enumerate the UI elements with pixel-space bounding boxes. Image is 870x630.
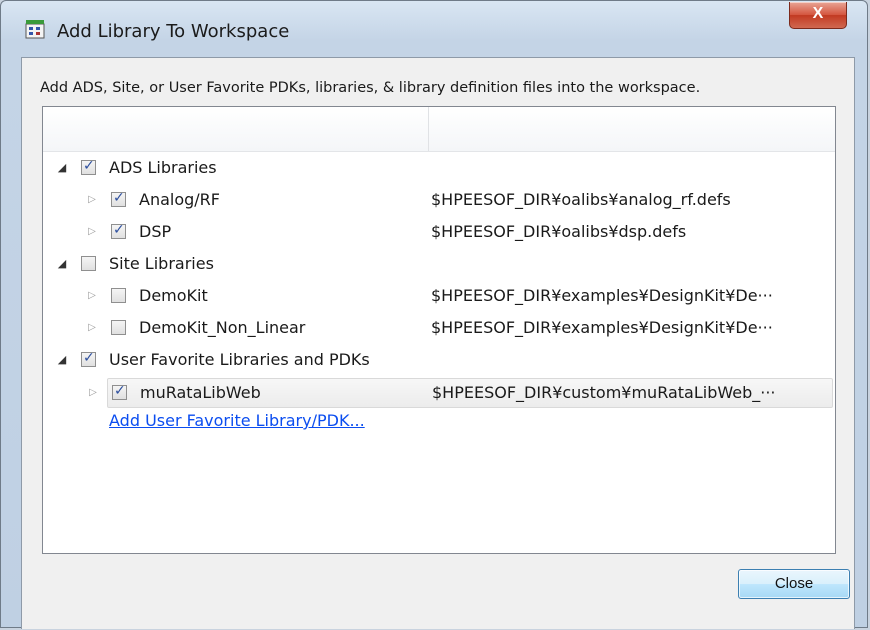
muratalibweb-checkbox[interactable] (112, 383, 127, 400)
tree-row-label: Analog/RF (139, 190, 220, 209)
title-bar[interactable]: Add Library To Workspace X (1, 1, 867, 59)
analog-rf-checkbox[interactable] (111, 190, 126, 207)
site-libraries-checkbox[interactable] (81, 256, 96, 271)
tree-group-user-favorites[interactable]: ◢ User Favorite Libraries and PDKs (43, 346, 835, 376)
expand-arrow-icon[interactable]: ▷ (85, 289, 99, 303)
tree-group-ads-libraries[interactable]: ◢ ADS Libraries (43, 154, 835, 184)
dialog-description: Add ADS, Site, or User Favorite PDKs, li… (40, 80, 701, 96)
window-title: Add Library To Workspace (57, 21, 290, 42)
expand-arrow-icon[interactable]: ▷ (85, 193, 99, 207)
collapse-arrow-icon[interactable]: ◢ (55, 353, 69, 367)
add-user-favorite-link[interactable]: Add User Favorite Library/PDK... (109, 411, 365, 430)
tree-group-site-libraries[interactable]: ◢ Site Libraries (43, 250, 835, 280)
column-separator[interactable] (428, 107, 429, 151)
tree-row-path: $HPEESOF_DIR¥examples¥DesignKit¥De··· (431, 286, 773, 305)
tree-item-analog-rf[interactable]: ▷ Analog/RF $HPEESOF_DIR¥oalibs¥analog_r… (43, 186, 835, 216)
expand-arrow-icon[interactable]: ▷ (86, 386, 100, 400)
library-tree-view[interactable]: ◢ ADS Libraries ▷ Analog/RF $HPEESOF_DIR… (42, 106, 836, 554)
tree-item-demokit-non-linear[interactable]: ▷ DemoKit_Non_Linear $HPEESOF_DIR¥exampl… (43, 314, 835, 344)
demokit-checkbox[interactable] (111, 288, 126, 303)
tree-column-header (43, 107, 835, 152)
tree-item-demokit[interactable]: ▷ DemoKit $HPEESOF_DIR¥examples¥DesignKi… (43, 282, 835, 312)
tree-row-path: $HPEESOF_DIR¥examples¥DesignKit¥De··· (431, 318, 773, 337)
tree-item-dsp[interactable]: ▷ DSP $HPEESOF_DIR¥oalibs¥dsp.defs (43, 218, 835, 248)
dialog-window: Add Library To Workspace X Add ADS, Site… (0, 0, 868, 629)
collapse-arrow-icon[interactable]: ◢ (55, 161, 69, 175)
collapse-arrow-icon[interactable]: ◢ (55, 257, 69, 271)
tree-row-label: ADS Libraries (109, 158, 217, 177)
tree-row-path: $HPEESOF_DIR¥oalibs¥analog_rf.defs (431, 190, 731, 209)
tree-item-muratalibweb[interactable]: ▷ muRataLibWeb $HPEESOF_DIR¥custom¥muRat… (89, 378, 833, 408)
dsp-checkbox[interactable] (111, 222, 126, 239)
ads-libraries-checkbox[interactable] (81, 158, 96, 175)
expand-arrow-icon[interactable]: ▷ (85, 225, 99, 239)
tree-row-label: User Favorite Libraries and PDKs (109, 350, 370, 369)
demokit-non-linear-checkbox[interactable] (111, 320, 126, 335)
tree-row-label: muRataLibWeb (140, 383, 261, 402)
tree-row-label: DemoKit_Non_Linear (139, 318, 306, 337)
dialog-client-area: Add ADS, Site, or User Favorite PDKs, li… (21, 57, 855, 629)
tree-row-label: DemoKit (139, 286, 208, 305)
tree-row-path: $HPEESOF_DIR¥oalibs¥dsp.defs (431, 222, 687, 241)
window-close-button[interactable]: X (789, 2, 847, 29)
close-button[interactable]: Close (738, 569, 850, 599)
user-favorites-checkbox[interactable] (81, 350, 96, 367)
tree-row-label: DSP (139, 222, 172, 241)
tree-row-label: Site Libraries (109, 254, 214, 273)
expand-arrow-icon[interactable]: ▷ (85, 321, 99, 335)
tree-row-path: $HPEESOF_DIR¥custom¥muRataLibWeb_··· (432, 383, 776, 402)
ads-app-icon (25, 19, 45, 39)
